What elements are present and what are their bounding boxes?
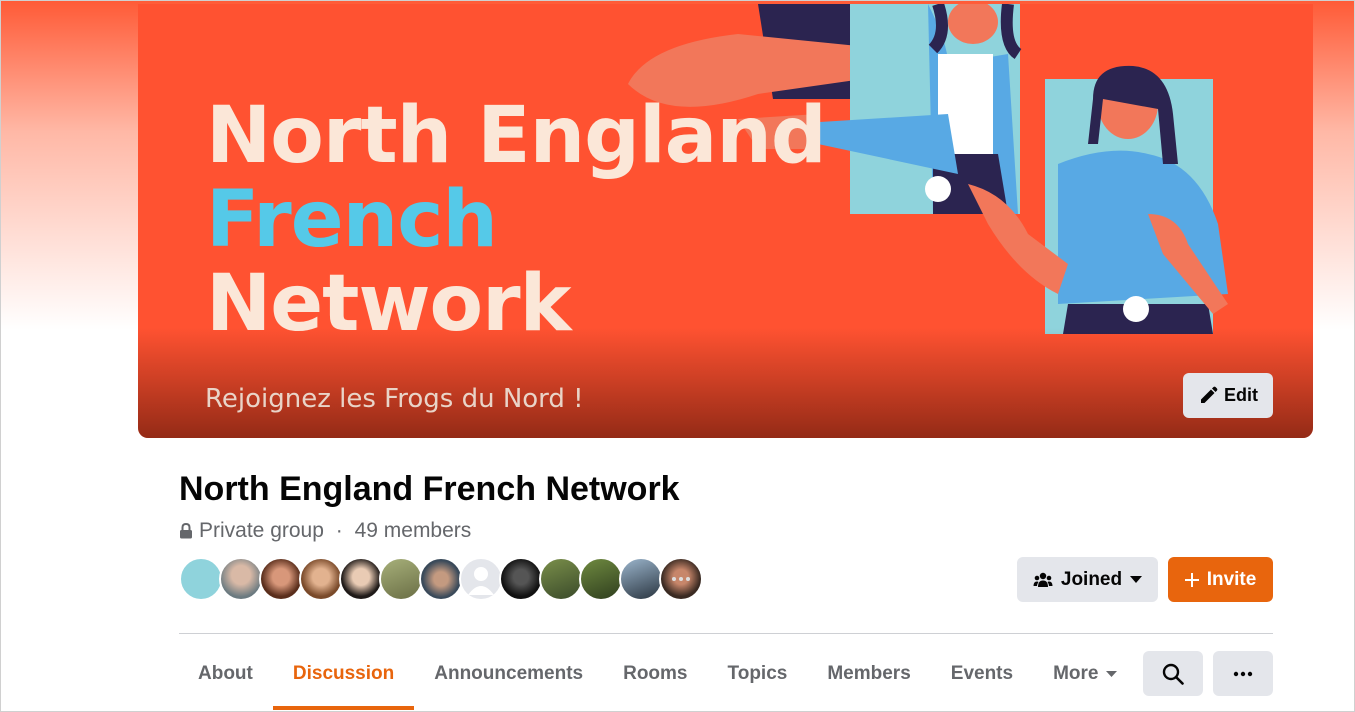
cover-title-line1: North England — [206, 91, 827, 181]
search-button[interactable] — [1143, 651, 1203, 696]
more-members-avatar[interactable] — [659, 557, 703, 601]
plus-icon — [1184, 572, 1199, 587]
pencil-icon — [1201, 386, 1218, 403]
avatar[interactable] — [339, 557, 383, 601]
avatar[interactable] — [219, 557, 263, 601]
tab-rooms[interactable]: Rooms — [603, 646, 707, 702]
tab-label: Announcements — [434, 663, 584, 684]
cover-title: North England French Network — [206, 91, 827, 349]
tab-label: Discussion — [292, 663, 395, 684]
tab-label: Events — [950, 663, 1014, 684]
tab-members[interactable]: Members — [807, 646, 930, 702]
tab-discussion[interactable]: Discussion — [272, 646, 415, 710]
avatar[interactable] — [379, 557, 423, 601]
members-icon — [1033, 572, 1053, 587]
avatar[interactable] — [419, 557, 463, 601]
tab-events[interactable]: Events — [931, 646, 1033, 702]
tab-label: Members — [827, 663, 911, 684]
group-title[interactable]: North England French Network — [179, 470, 680, 509]
tab-about[interactable]: About — [178, 646, 273, 702]
avatar[interactable] — [579, 557, 623, 601]
caret-down-icon — [1106, 670, 1118, 677]
tab-label: About — [198, 663, 253, 684]
group-tabs: About Discussion Announcements Rooms Top… — [178, 646, 1137, 712]
caret-down-icon — [1130, 575, 1143, 583]
default-user-icon — [468, 567, 494, 595]
avatar[interactable] — [539, 557, 583, 601]
edit-label: Edit — [1224, 385, 1258, 405]
avatar[interactable] — [179, 557, 223, 601]
cover-subtitle: Rejoignez les Frogs du Nord ! — [205, 384, 584, 414]
search-icon — [1162, 663, 1184, 685]
tab-announcements[interactable]: Announcements — [414, 646, 603, 702]
edit-cover-button[interactable]: Edit — [1183, 373, 1273, 418]
avatar[interactable] — [619, 557, 663, 601]
tab-label: Topics — [727, 663, 788, 684]
invite-label: Invite — [1206, 568, 1257, 590]
invite-button[interactable]: Invite — [1168, 557, 1273, 602]
cover-title-line3: Network — [206, 259, 571, 349]
more-options-button[interactable] — [1213, 651, 1273, 696]
avatar[interactable] — [259, 557, 303, 601]
ellipsis-icon — [1233, 671, 1253, 676]
tab-more[interactable]: More — [1033, 646, 1137, 702]
group-meta: Private group · 49 members — [179, 519, 471, 543]
privacy-label[interactable]: Private group — [199, 519, 324, 543]
avatar[interactable] — [459, 557, 503, 601]
meta-separator: · — [329, 519, 349, 542]
tab-label: More — [1053, 663, 1099, 684]
cover-photo[interactable]: North England French Network Rejoignez l… — [138, 4, 1313, 438]
header-divider — [179, 633, 1273, 634]
tab-label: Rooms — [623, 663, 688, 684]
more-dots-icon — [672, 577, 690, 581]
avatar[interactable] — [299, 557, 343, 601]
cover-title-line2: French — [206, 175, 498, 265]
tab-topics[interactable]: Topics — [708, 646, 808, 702]
member-count[interactable]: 49 members — [355, 519, 472, 543]
lock-icon — [180, 523, 192, 539]
joined-button[interactable]: Joined — [1017, 557, 1158, 602]
avatar[interactable] — [499, 557, 543, 601]
member-avatars — [179, 557, 703, 601]
joined-label: Joined — [1060, 568, 1123, 590]
